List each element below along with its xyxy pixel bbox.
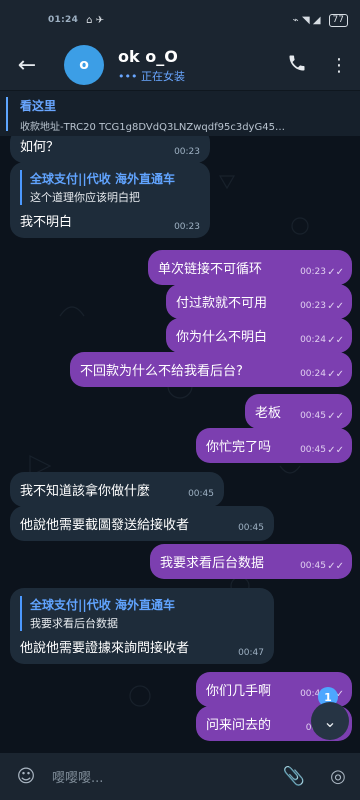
chat-area[interactable]: 如何？ 00:23 全球支付||代收 海外直通车 这个道理你应该明白把 我不明白… [0, 136, 360, 753]
message-bubble-outgoing[interactable]: 单次链接不可循环 00:23 ✓✓ [148, 250, 352, 285]
message-time: 00:23 [174, 147, 200, 157]
chevron-down-icon: ⌄ [323, 711, 337, 731]
message-text: 如何？ [20, 140, 60, 155]
reply-text: 我要求看后台数据 [30, 617, 118, 630]
message-bubble-outgoing[interactable]: 老板 00:45 ✓✓ [245, 394, 352, 429]
more-menu-icon[interactable]: ⋮ [318, 55, 360, 76]
reply-title: 全球支付||代收 海外直通车 [30, 172, 175, 186]
pinned-title: 看这里 [20, 99, 57, 113]
status-bar: 01:24 ⌂ ✈ ⌁ ◥ ◢ 77 [0, 0, 360, 40]
status-right-icons: ⌁ ◥ ◢ 77 [292, 13, 348, 27]
read-check-icon: ✓✓ [327, 561, 344, 572]
message-bubble-outgoing[interactable]: 付过款就不可用 00:23 ✓✓ [166, 284, 352, 319]
chat-title: ok o_O [118, 46, 178, 66]
message-time: 00:23 [174, 222, 200, 232]
message-text: 你们几手啊 [206, 684, 272, 699]
avatar[interactable]: o [64, 45, 104, 85]
message-text: 单次链接不可循环 [158, 262, 263, 277]
message-time: 00:23 [300, 267, 326, 277]
chat-header: ← o ok o_O ••• 正在女装 ⋮ [0, 40, 360, 90]
battery-level: 77 [332, 14, 344, 25]
scroll-down-button[interactable]: ⌄ [311, 702, 349, 740]
read-check-icon: ✓✓ [327, 267, 344, 278]
message-time: 00:45 [188, 489, 214, 499]
message-bubble-outgoing[interactable]: 不回款为什么不给我看后台? 00:24 ✓✓ [70, 352, 352, 387]
signal-icon: ⌁ ◥ ◢ [292, 14, 321, 26]
battery-icon: 77 [328, 13, 348, 27]
message-bubble-incoming[interactable]: 他說他需要截圖發送給接收者 00:45 [10, 506, 274, 541]
pinned-indicator [6, 97, 8, 131]
message-text: 不回款为什么不给我看后台? [80, 364, 243, 379]
read-check-icon: ✓✓ [327, 369, 344, 380]
read-check-icon: ✓✓ [327, 445, 344, 456]
read-check-icon: ✓✓ [327, 411, 344, 422]
status-notification-icons: ⌂ ✈ [86, 14, 105, 26]
message-text: 老板 [255, 406, 282, 421]
message-text: 他說他需要證據來詢問接收者 [20, 641, 190, 656]
reply-text: 这个道理你应该明白把 [30, 191, 140, 204]
message-time: 00:24 [300, 369, 326, 379]
message-time: 00:24 [300, 335, 326, 345]
message-text: 我要求看后台数据 [160, 556, 265, 571]
message-bubble-outgoing[interactable]: 你忙完了吗 00:45 ✓✓ [196, 428, 352, 463]
message-bubble-outgoing[interactable]: 你为什么不明白 00:24 ✓✓ [166, 318, 352, 353]
message-input[interactable]: 嘤嘤嘤... [52, 767, 272, 786]
message-time: 00:45 [300, 561, 326, 571]
reply-title: 全球支付||代收 海外直通车 [30, 598, 175, 612]
camera-icon[interactable]: ◎ [316, 766, 360, 787]
message-text: 他說他需要截圖發送給接收者 [20, 518, 190, 533]
reply-preview[interactable]: 全球支付||代收 海外直通车 我要求看后台数据 [20, 596, 264, 631]
read-check-icon: ✓✓ [327, 301, 344, 312]
message-text: 你为什么不明白 [176, 330, 268, 345]
chat-title-box[interactable]: ok o_O ••• 正在女装 [118, 47, 276, 84]
message-text: 付过款就不可用 [176, 296, 268, 311]
status-time: 01:24 [48, 15, 79, 25]
emoji-icon[interactable]: ☺ [0, 766, 52, 787]
message-time: 00:47 [238, 648, 264, 658]
message-text: 我不知道該拿你做什麼 [20, 484, 151, 499]
message-bubble-incoming[interactable]: 全球支付||代收 海外直通车 这个道理你应该明白把 我不明白 00:23 [10, 162, 210, 238]
back-arrow-icon[interactable]: ← [0, 53, 54, 78]
message-text: 问来问去的 [206, 718, 272, 733]
message-time: 00:45 [300, 411, 326, 421]
reply-preview[interactable]: 全球支付||代收 海外直通车 这个道理你应该明白把 [20, 170, 200, 205]
pinned-message[interactable]: 看这里 收款地址-TRC20 TCG1g8DVdQ3LNZwqdf95c3dyG… [0, 90, 360, 136]
read-check-icon: ✓✓ [327, 335, 344, 346]
message-bubble-outgoing[interactable]: 我要求看后台数据 00:45 ✓✓ [150, 544, 352, 579]
message-time: 00:45 [300, 445, 326, 455]
chat-status: ••• 正在女装 [118, 69, 185, 83]
message-bubble-incoming[interactable]: 全球支付||代收 海外直通车 我要求看后台数据 他說他需要證據來詢問接收者 00… [10, 588, 274, 664]
attach-icon[interactable]: 📎 [272, 766, 316, 787]
message-input-bar: ☺ 嘤嘤嘤... 📎 ◎ [0, 753, 360, 800]
phone-icon[interactable] [276, 53, 318, 78]
message-time: 00:45 [238, 523, 264, 533]
message-text: 我不明白 [20, 215, 73, 230]
chat-status-text: 正在女装 [140, 69, 185, 83]
status-left-icons: ⌂ ✈ [86, 15, 104, 26]
message-bubble-incoming[interactable]: 如何？ 00:23 [10, 136, 210, 163]
message-time: 00:23 [300, 301, 326, 311]
message-bubble-incoming[interactable]: 我不知道該拿你做什麼 00:45 [10, 472, 224, 507]
pinned-content: 收款地址-TRC20 TCG1g8DVdQ3LNZwqdf95c3dyG45… [20, 122, 285, 133]
message-text: 你忙完了吗 [206, 440, 272, 455]
